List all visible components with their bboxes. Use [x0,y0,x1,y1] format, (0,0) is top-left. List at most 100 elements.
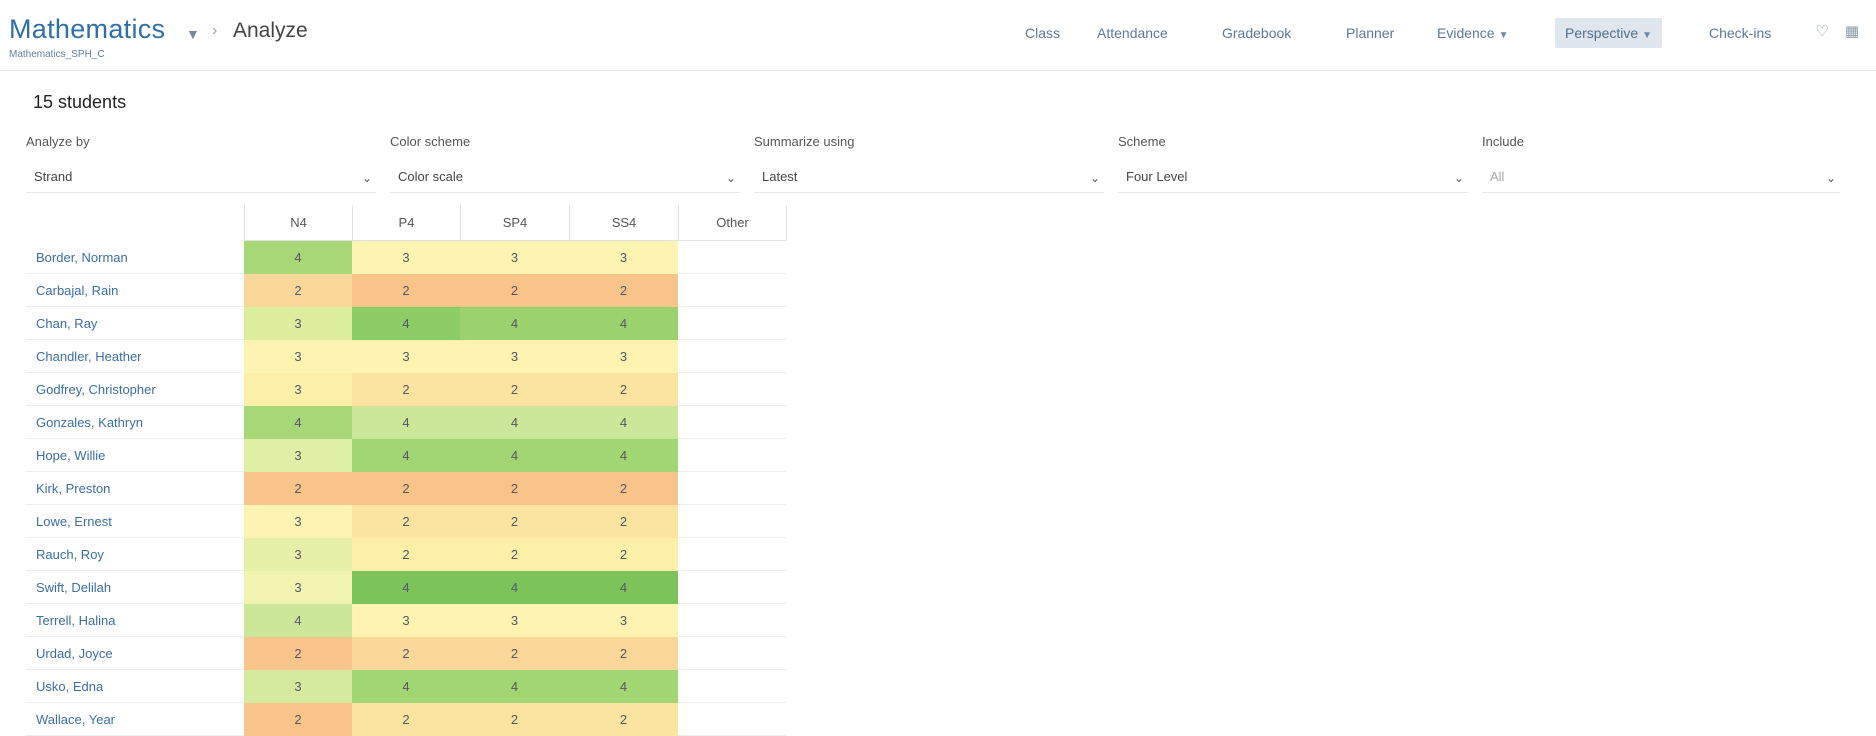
score-cell[interactable]: 3 [569,604,678,637]
column-header[interactable]: SS4 [569,205,678,241]
score-cell[interactable]: 2 [569,538,678,571]
score-cell[interactable]: 4 [352,670,460,703]
score-cell[interactable]: 2 [244,637,352,670]
score-cell[interactable]: 4 [352,406,460,439]
score-cell[interactable]: 4 [569,307,678,340]
student-name-link[interactable]: Kirk, Preston [36,472,110,505]
score-cell[interactable]: 3 [244,505,352,538]
score-cell[interactable]: 3 [569,340,678,373]
column-header[interactable]: SP4 [460,205,569,241]
nav-evidence[interactable]: Evidence ▼ [1437,18,1509,48]
student-name-link[interactable]: Chandler, Heather [36,340,142,373]
score-cell[interactable]: 4 [569,439,678,472]
nav-class[interactable]: Class [1025,18,1060,48]
column-header[interactable]: Other [678,205,787,241]
student-name-link[interactable]: Usko, Edna [36,670,103,703]
include-select[interactable]: All ⌄ [1482,162,1840,193]
color-scheme-select[interactable]: Color scale ⌄ [390,162,740,193]
score-cell[interactable]: 4 [460,439,569,472]
student-name-link[interactable]: Terrell, Halina [36,604,115,637]
student-name-link[interactable]: Swift, Delilah [36,571,111,604]
nav-planner[interactable]: Planner [1346,18,1394,48]
score-cell[interactable]: 3 [460,340,569,373]
score-cell[interactable]: 2 [460,472,569,505]
score-cell[interactable]: 3 [460,241,569,274]
student-name-link[interactable]: Lowe, Ernest [36,505,112,538]
student-name-link[interactable]: Godfrey, Christopher [36,373,156,406]
score-cell[interactable]: 4 [352,571,460,604]
score-cell[interactable]: 2 [569,637,678,670]
student-name-link[interactable]: Gonzales, Kathryn [36,406,143,439]
score-cell[interactable]: 3 [352,604,460,637]
score-cell[interactable]: 2 [352,703,460,736]
score-cell[interactable]: 3 [569,241,678,274]
score-cell[interactable]: 2 [460,274,569,307]
score-cell[interactable]: 3 [244,307,352,340]
nav-perspective[interactable]: Perspective ▼ [1555,18,1663,48]
score-cell[interactable]: 4 [352,439,460,472]
score-cell[interactable]: 4 [244,406,352,439]
nav-check-ins[interactable]: Check-ins [1709,18,1771,48]
scheme-select[interactable]: Four Level ⌄ [1118,162,1468,193]
score-cell[interactable]: 3 [244,373,352,406]
score-cell[interactable]: 4 [569,571,678,604]
course-title[interactable]: Mathematics [9,14,165,45]
score-cell[interactable]: 4 [352,307,460,340]
column-header[interactable]: N4 [244,205,352,241]
score-cell[interactable]: 4 [569,406,678,439]
score-cell[interactable]: 3 [352,241,460,274]
score-cell[interactable]: 2 [460,373,569,406]
score-cell[interactable]: 4 [460,571,569,604]
score-cell[interactable]: 2 [569,274,678,307]
score-cell[interactable]: 2 [352,274,460,307]
nav-attendance[interactable]: Attendance [1097,18,1168,48]
score-cell[interactable]: 2 [352,472,460,505]
student-name-link[interactable]: Border, Norman [36,241,128,274]
score-cell[interactable]: 2 [569,703,678,736]
chevron-down-icon: ⌄ [361,171,372,185]
chevron-down-icon[interactable]: ▼ [186,26,200,42]
score-cell[interactable]: 2 [460,538,569,571]
score-cell[interactable]: 2 [569,505,678,538]
student-name-link[interactable]: Wallace, Year [36,703,115,736]
score-cell[interactable]: 2 [460,703,569,736]
score-cell[interactable]: 4 [460,307,569,340]
score-cell[interactable]: 2 [352,637,460,670]
score-cell[interactable]: 2 [352,538,460,571]
score-cell[interactable]: 4 [244,604,352,637]
score-cell[interactable]: 3 [244,538,352,571]
score-cell[interactable]: 2 [352,505,460,538]
chevron-down-icon: ⌄ [725,171,736,185]
score-cell[interactable]: 3 [244,571,352,604]
score-cell[interactable]: 2 [244,274,352,307]
nav-gradebook[interactable]: Gradebook [1222,18,1291,48]
column-header[interactable]: P4 [352,205,460,241]
score-cell[interactable]: 2 [244,703,352,736]
summarize-using-value: Latest [762,169,798,184]
analyze-by-select[interactable]: Strand ⌄ [26,162,376,193]
score-cell[interactable]: 4 [460,670,569,703]
score-cell[interactable]: 4 [569,670,678,703]
score-cell[interactable]: 3 [352,340,460,373]
score-cell[interactable]: 3 [244,439,352,472]
score-cell[interactable]: 2 [460,505,569,538]
student-name-link[interactable]: Chan, Ray [36,307,97,340]
score-cell[interactable]: 3 [460,604,569,637]
summarize-using-select[interactable]: Latest ⌄ [754,162,1104,193]
score-cell[interactable]: 2 [460,637,569,670]
student-name-link[interactable]: Rauch, Roy [36,538,104,571]
score-cell[interactable]: 2 [244,472,352,505]
score-cell[interactable]: 2 [569,373,678,406]
score-cell[interactable]: 4 [244,241,352,274]
table-row: Swift, Delilah 3 4 4 4 [26,571,787,604]
score-cell[interactable]: 4 [460,406,569,439]
score-cell[interactable]: 3 [244,670,352,703]
grid-menu-icon[interactable]: ▦ [1842,22,1862,42]
score-cell[interactable]: 2 [352,373,460,406]
score-cell[interactable]: 2 [569,472,678,505]
student-name-link[interactable]: Carbajal, Rain [36,274,118,307]
bell-icon[interactable]: ♡ [1812,22,1832,42]
score-cell[interactable]: 3 [244,340,352,373]
student-name-link[interactable]: Urdad, Joyce [36,637,113,670]
student-name-link[interactable]: Hope, Willie [36,439,105,472]
